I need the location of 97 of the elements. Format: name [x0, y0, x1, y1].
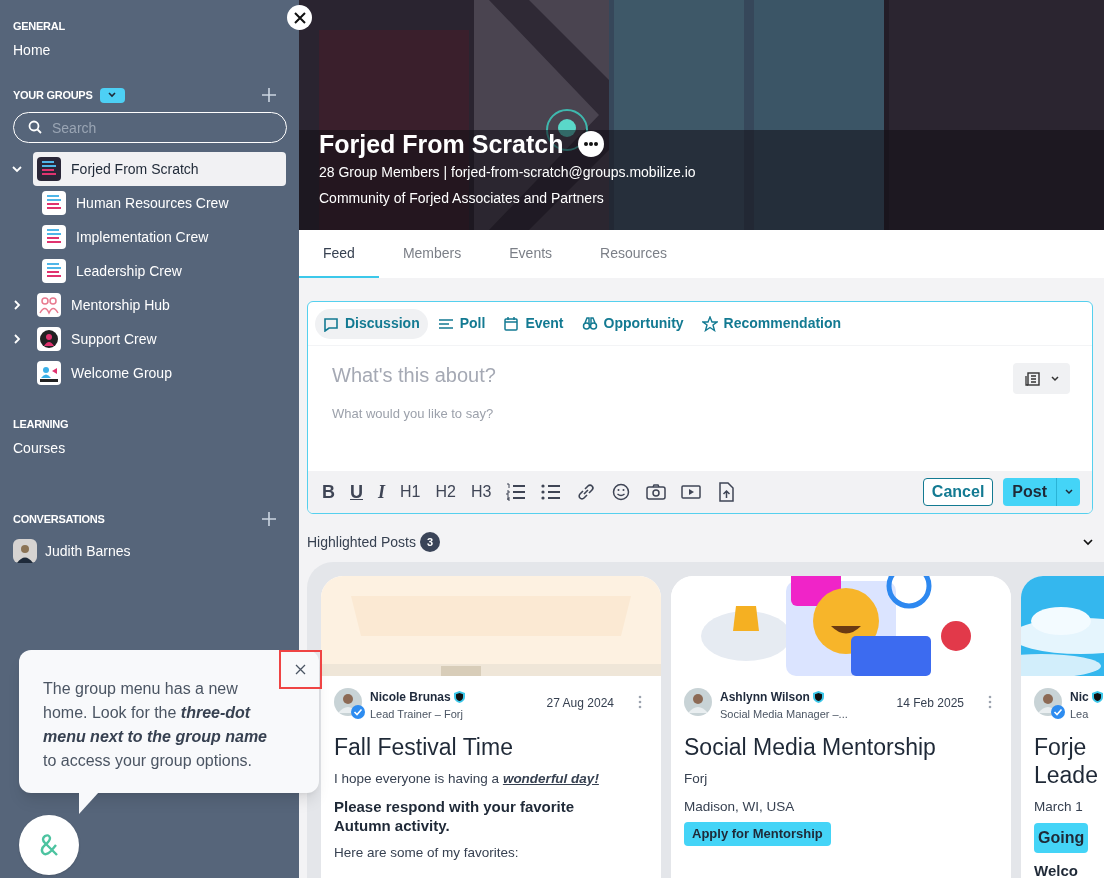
post-text: Forj	[684, 769, 709, 788]
tab[interactable]: Events	[485, 230, 577, 278]
caret-icon	[1050, 375, 1059, 382]
post-type-tab[interactable]: Poll	[429, 308, 494, 339]
post-type-tab[interactable]: Recommendation	[693, 308, 850, 339]
format-button[interactable]: H3	[470, 480, 492, 504]
post-title: Forje Leade	[1034, 732, 1099, 789]
caret-icon	[108, 92, 116, 98]
stripes-logo-icon	[42, 259, 66, 283]
search-icon	[28, 120, 42, 134]
group-title: Forjed From Scratch	[319, 129, 564, 160]
collapse-icon[interactable]	[1083, 538, 1093, 546]
add-icon[interactable]	[262, 88, 276, 102]
section-heading: GENERAL	[13, 18, 65, 34]
post-title: Social Media Mentorship	[684, 732, 937, 761]
document-icon	[1024, 370, 1041, 387]
group-item[interactable]: Welcome Group	[33, 356, 286, 390]
group-meta: 28 Group Members | forjed-from-scratch@groups.mobilize.io	[319, 163, 696, 182]
nav-link[interactable]: Home	[13, 40, 51, 61]
post-text: Madison, WI, USA	[684, 797, 796, 816]
post-date: 14 Feb 2025	[896, 695, 964, 712]
author-role: Social Media Manager –...	[720, 707, 848, 722]
cancel-button[interactable]: Cancel	[922, 478, 994, 506]
post-text: Welco	[1034, 860, 1079, 878]
post-text: Here are some of my favorites:	[334, 843, 520, 862]
stripes-logo-icon	[37, 157, 62, 181]
link-icon[interactable]	[576, 482, 597, 502]
author-name[interactable]: Nicole Brunas	[370, 688, 451, 706]
subgroup-item[interactable]: Implementation Crew	[38, 220, 286, 254]
count-badge: 3	[419, 532, 440, 552]
camera-icon[interactable]	[646, 482, 667, 502]
file-upload-icon[interactable]	[716, 482, 737, 502]
video-icon[interactable]	[681, 482, 702, 502]
post-type-tab[interactable]: Event	[495, 308, 572, 339]
calendar-icon	[503, 315, 520, 332]
binoculars-icon	[581, 315, 598, 332]
post-text: Please respond with your favorite Autumn activity.	[334, 796, 576, 835]
group-description: Community of Forjed Associates and Partners	[319, 189, 605, 208]
avatar	[684, 688, 712, 716]
post-options-button[interactable]	[1056, 478, 1080, 506]
post-title: Fall Festival Time	[334, 732, 514, 761]
author-role: Lea	[1070, 707, 1090, 722]
format-button[interactable]: I	[378, 478, 385, 506]
tab[interactable]: Members	[378, 230, 486, 278]
numbered-list-icon[interactable]	[506, 482, 527, 502]
tooltip-text: The group menu has a new home. Look for the three-dot menu next to the group name to access your group options.	[43, 679, 268, 771]
author-role: Lead Trainer – Forj	[370, 707, 464, 722]
rsvp-button[interactable]: Going	[1034, 822, 1089, 853]
tab[interactable]: Resources	[576, 230, 691, 278]
search-field[interactable]: Search	[13, 112, 287, 143]
more-icon	[583, 142, 598, 146]
post-type-tab[interactable]: Opportunity	[573, 308, 692, 339]
section-heading: CONVERSATIONS	[13, 511, 105, 527]
author-name[interactable]: Ashlynn Wilson	[720, 688, 810, 706]
group-item[interactable]: Forjed From Scratch	[33, 152, 286, 186]
post-text: March 1	[1034, 797, 1084, 816]
smiley-icon[interactable]	[611, 482, 632, 502]
shield-icon	[453, 691, 465, 703]
section-heading: YOUR GROUPS	[13, 87, 93, 103]
post-text: I hope everyone is having a wonderful day!	[334, 769, 600, 788]
post-date: 27 Aug 2024	[546, 695, 614, 712]
group-item[interactable]: Support Crew	[33, 322, 286, 356]
template-button[interactable]	[1013, 363, 1070, 394]
subgroup-item[interactable]: Human Resources Crew	[38, 186, 286, 220]
person-badge-icon	[37, 327, 62, 351]
people-meeting-icon	[37, 293, 62, 317]
close-icon	[293, 11, 306, 24]
title-field[interactable]: What's this about?	[332, 360, 932, 390]
bullet-list-icon[interactable]	[541, 482, 562, 502]
post-button[interactable]: Post	[1003, 478, 1056, 506]
author-name[interactable]: Nic	[1070, 688, 1089, 706]
format-button[interactable]: U	[350, 478, 363, 506]
person-screen-icon	[37, 361, 62, 385]
stripes-logo-icon	[42, 191, 66, 215]
subgroup-item[interactable]: Leadership Crew	[38, 254, 286, 288]
post-type-tab[interactable]: Discussion	[315, 308, 428, 339]
shield-icon	[812, 691, 824, 703]
section-heading: LEARNING	[13, 416, 69, 432]
format-button[interactable]: H2	[435, 480, 456, 504]
format-button[interactable]: H1	[400, 480, 421, 504]
format-button[interactable]: B	[322, 478, 335, 506]
close-icon	[295, 664, 306, 675]
caret-icon	[1064, 489, 1073, 495]
section-title: Highlighted Posts	[307, 532, 416, 552]
shield-icon	[1091, 691, 1103, 703]
stripes-logo-icon	[42, 225, 66, 249]
nav-link[interactable]: Courses	[13, 438, 66, 459]
avatar-icon	[13, 539, 37, 563]
apply-button[interactable]: Apply for Mentorship	[684, 822, 831, 846]
star-icon	[701, 315, 718, 332]
dropdown-button[interactable]	[99, 87, 125, 103]
speech-bubble-icon	[323, 315, 339, 332]
group-item[interactable]: Mentorship Hub	[33, 288, 286, 322]
conversation-name[interactable]: Judith Barnes	[45, 540, 131, 562]
add-icon[interactable]	[262, 512, 276, 526]
body-field[interactable]: What would you like to say?	[332, 404, 1032, 434]
tab[interactable]: Feed	[299, 230, 379, 278]
